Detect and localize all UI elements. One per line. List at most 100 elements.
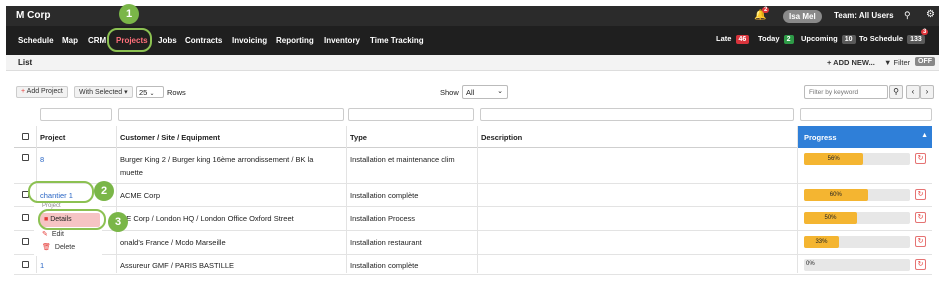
show-value: All — [466, 88, 475, 97]
nav-time-tracking[interactable]: Time Tracking — [370, 36, 424, 45]
late-label: Late — [716, 34, 732, 43]
notifications-badge: 2 — [762, 7, 770, 13]
refresh-icon[interactable]: ↻ — [915, 153, 926, 164]
callout-badge-3: 3 — [108, 212, 128, 232]
nav-invoicing[interactable]: Invoicing — [232, 36, 267, 45]
customer-cell: onald's France / Mcdo Marseille — [120, 238, 226, 247]
menu-item-delete[interactable]: 🗑 Delete — [42, 243, 75, 251]
today-count: 2 — [783, 35, 794, 44]
filter-toggle[interactable]: ▼ Filter — [884, 58, 910, 67]
add-project-button[interactable]: + Add Project — [16, 86, 68, 98]
rows-value: 25 — [139, 88, 148, 97]
progress-fill: 56% — [804, 153, 864, 165]
rows-select[interactable]: 25 ⌄ — [136, 86, 164, 98]
header-project[interactable]: Project — [40, 133, 65, 142]
show-label: Show — [440, 88, 459, 97]
search-icon[interactable]: ⚲ — [889, 85, 903, 99]
header-description[interactable]: Description — [481, 133, 522, 142]
keyword-search-input[interactable] — [804, 85, 888, 99]
add-project-label: Add Project — [26, 88, 63, 95]
project-link[interactable]: 8 — [40, 155, 44, 164]
page-title: List — [18, 58, 33, 67]
search-icon[interactable]: ⚲ — [904, 10, 911, 21]
progress-bar: 50% — [804, 212, 910, 224]
refresh-icon[interactable]: ↻ — [915, 212, 926, 223]
project-filter-input[interactable] — [40, 108, 112, 121]
nav-map[interactable]: Map — [62, 36, 78, 45]
type-cell: Installation restaurant — [350, 238, 422, 247]
description-filter-input[interactable] — [480, 108, 794, 121]
highlight-ring-projects — [107, 28, 152, 52]
sort-asc-icon: ▲ — [921, 132, 928, 139]
header-type[interactable]: Type — [350, 133, 367, 142]
type-cell: Installation complète — [350, 191, 419, 200]
nav-inventory[interactable]: Inventory — [324, 36, 360, 45]
table-row[interactable]: 8 Burger King 2 / Burger king 16ème arro… — [14, 148, 932, 184]
upcoming-count: 10 — [841, 35, 856, 44]
progress-label: 0% — [806, 261, 815, 267]
header-progress-label: Progress — [804, 133, 837, 142]
with-selected-button[interactable]: With Selected ▾ — [74, 86, 133, 98]
progress-label: 33% — [815, 239, 828, 245]
select-all-checkbox[interactable] — [22, 133, 29, 140]
customer-filter-input[interactable] — [118, 108, 344, 121]
brand-name: M Corp — [16, 10, 51, 21]
progress-fill: 50% — [804, 212, 857, 224]
progress-filter-input[interactable] — [800, 108, 932, 121]
add-new-button[interactable]: + ADD NEW... — [827, 58, 875, 67]
progress-fill: 60% — [804, 189, 868, 201]
filter-state-pill[interactable]: OFF — [915, 57, 935, 66]
menu-item-edit[interactable]: ✎ Edit — [42, 230, 64, 238]
header-progress[interactable]: Progress ▲ — [798, 126, 932, 148]
callout-badge-1: 1 — [119, 4, 139, 24]
nav-contracts[interactable]: Contracts — [185, 36, 222, 45]
filter-label: Filter — [893, 58, 911, 67]
gear-icon[interactable]: ⚙ — [926, 9, 935, 20]
type-cell: Installation complète — [350, 261, 419, 270]
table-row[interactable]: 1 Assureur GMF / PARIS BASTILLE Installa… — [14, 255, 932, 275]
type-filter-input[interactable] — [348, 108, 474, 121]
chevron-right-icon[interactable]: › — [920, 85, 934, 99]
row-checkbox[interactable] — [22, 261, 29, 268]
upcoming-filter[interactable]: Upcoming 10 — [801, 34, 856, 44]
today-filter[interactable]: Today 2 — [758, 34, 794, 44]
table-row[interactable]: chantier 1 ACME Corp Installation complè… — [14, 184, 932, 207]
menu-item-delete-label: Delete — [54, 244, 76, 251]
show-select[interactable]: All ⌄ — [462, 85, 508, 99]
trash-icon: 🗑 — [42, 244, 51, 251]
refresh-icon[interactable]: ↻ — [915, 189, 926, 200]
project-link[interactable]: 1 — [40, 261, 44, 270]
chevron-left-icon[interactable]: ‹ — [906, 85, 920, 99]
type-cell: Installation Process — [350, 214, 416, 223]
rows-label: Rows — [167, 88, 186, 97]
progress-label: 56% — [827, 156, 840, 162]
row-checkbox[interactable] — [22, 154, 29, 161]
caret-down-icon: ▾ — [124, 89, 128, 96]
table-row[interactable]: onald's France / Mcdo Marseille Installa… — [14, 231, 932, 255]
callout-badge-2: 2 — [94, 181, 114, 201]
chevron-down-icon: ⌄ — [497, 88, 503, 95]
nav-jobs[interactable]: Jobs — [158, 36, 177, 45]
late-count: 46 — [735, 35, 750, 44]
nav-crm[interactable]: CRM — [88, 36, 106, 45]
row-checkbox[interactable] — [22, 214, 29, 221]
customer-cell: ME Corp / London HQ / London Office Oxfo… — [120, 214, 294, 223]
type-cell: Installation et maintenance clim — [350, 155, 455, 164]
pencil-icon: ✎ — [42, 231, 48, 238]
header-customer[interactable]: Customer / Site / Equipment — [120, 133, 220, 142]
late-filter[interactable]: Late 46 — [716, 34, 750, 44]
team-selector[interactable]: Team: All Users — [834, 11, 894, 20]
user-menu[interactable]: Isa Mel — [783, 10, 822, 23]
customer-cell: Assureur GMF / PARIS BASTILLE — [120, 261, 235, 270]
refresh-icon[interactable]: ↻ — [915, 259, 926, 270]
customer-cell: Burger King 2 / Burger king 16ème arrond… — [120, 155, 314, 164]
refresh-icon[interactable]: ↻ — [915, 236, 926, 247]
nav-schedule[interactable]: Schedule — [18, 36, 54, 45]
list-subheader: List + ADD NEW... ▼ Filter OFF — [6, 55, 939, 71]
nav-reporting[interactable]: Reporting — [276, 36, 314, 45]
table-row[interactable]: ME Corp / London HQ / London Office Oxfo… — [14, 207, 932, 231]
progress-bar: 60% — [804, 189, 910, 201]
to-schedule-filter[interactable]: To Schedule 133 — [859, 34, 925, 44]
row-checkbox[interactable] — [22, 238, 29, 245]
menu-item-edit-label: Edit — [51, 231, 64, 238]
